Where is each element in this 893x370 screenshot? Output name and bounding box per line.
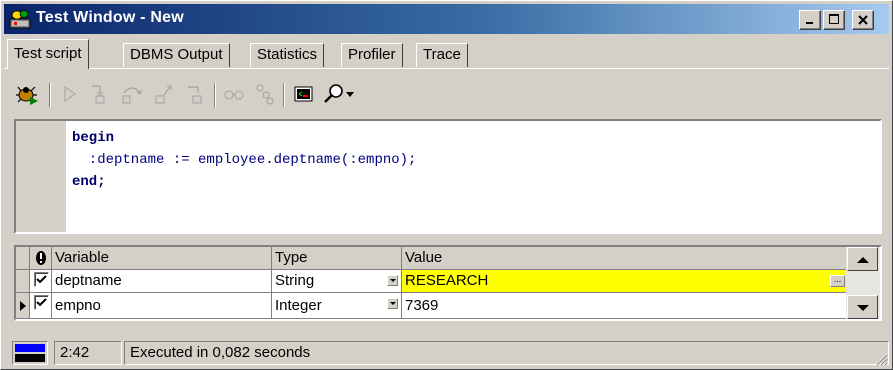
run-icon[interactable] (57, 81, 83, 107)
toolbar-separator (283, 83, 285, 107)
row-checkbox[interactable] (30, 270, 52, 293)
checkbox[interactable] (34, 272, 49, 287)
tab-statistics[interactable]: Statistics (250, 43, 325, 67)
value-cell[interactable]: RESEARCH ... (402, 270, 848, 293)
warning-column-header[interactable] (30, 247, 52, 270)
toggle-breakpoint-icon[interactable] (251, 81, 277, 107)
code-line-1: begin (72, 130, 115, 146)
run-to-exception-icon[interactable] (183, 81, 209, 107)
status-message: Executed in 0,082 seconds (124, 341, 889, 365)
type-cell[interactable]: Integer (272, 293, 402, 319)
scroll-up-button[interactable] (847, 247, 878, 271)
tab-trace[interactable]: Trace (416, 43, 468, 67)
row-indicator-header (16, 247, 30, 270)
editor-gutter (16, 121, 66, 232)
toolbar-separator (214, 83, 216, 107)
checkmark-icon (36, 298, 47, 307)
variable-cell[interactable]: empno (52, 293, 272, 319)
console-icon[interactable] (291, 81, 317, 107)
tab-strip: Test script DBMS Output Statistics Profi… (4, 39, 889, 69)
step-into-icon[interactable] (87, 81, 113, 107)
type-value: String (275, 272, 315, 289)
title-bar[interactable]: Test Window - New (4, 4, 889, 34)
close-button[interactable] (852, 10, 874, 30)
search-icon[interactable] (321, 81, 359, 107)
variables-grid: Variable Type Value deptname String RESE… (14, 245, 882, 321)
tab-test-script[interactable]: Test script (7, 39, 89, 69)
minimize-icon (806, 22, 813, 24)
step-over-icon[interactable] (119, 81, 145, 107)
toolbar-separator (49, 83, 51, 107)
code-editor[interactable]: begin :deptname := employee.deptname(:em… (14, 119, 882, 234)
tab-divider (4, 68, 889, 69)
maximize-icon (829, 14, 839, 24)
step-out-icon[interactable] (151, 81, 177, 107)
app-icon (9, 9, 31, 29)
value-text: RESEARCH (405, 272, 489, 289)
code-line-3: end; (72, 174, 106, 190)
close-icon (858, 15, 868, 25)
scroll-down-icon (857, 305, 869, 311)
watch-icon[interactable] (221, 81, 247, 107)
scroll-up-icon (857, 257, 869, 263)
maximize-button[interactable] (823, 10, 845, 30)
resize-grip-icon[interactable] (872, 350, 888, 366)
window-title: Test Window - New (36, 9, 184, 26)
minimize-button[interactable] (799, 10, 821, 30)
warning-icon (36, 251, 46, 265)
value-column-header[interactable]: Value (402, 247, 848, 270)
checkmark-icon (36, 275, 47, 284)
type-column-header[interactable]: Type (272, 247, 402, 270)
debug-start-icon[interactable] (15, 81, 41, 107)
tab-dbms-output[interactable]: DBMS Output (123, 43, 230, 67)
checkbox[interactable] (34, 295, 49, 310)
type-cell[interactable]: String (272, 270, 402, 293)
debug-state-indicator (12, 341, 48, 365)
ellipsis-label: ... (833, 274, 842, 284)
status-bar: 2:42 Executed in 0,082 seconds (4, 339, 889, 367)
ellipsis-button[interactable]: ... (830, 275, 845, 287)
code-text[interactable]: begin :deptname := employee.deptname(:em… (72, 127, 416, 193)
current-row-indicator[interactable] (16, 293, 30, 319)
test-window: Test Window - New Test script DBMS Outpu… (0, 0, 893, 370)
toolbar (11, 77, 871, 111)
type-dropdown-icon[interactable] (387, 298, 398, 309)
row-checkbox[interactable] (30, 293, 52, 319)
variable-column-header[interactable]: Variable (52, 247, 272, 270)
cursor-position: 2:42 (54, 341, 122, 365)
tab-profiler[interactable]: Profiler (341, 43, 403, 67)
scroll-down-button[interactable] (847, 295, 878, 319)
type-dropdown-icon[interactable] (387, 275, 398, 286)
value-cell[interactable]: 7369 (402, 293, 848, 319)
current-row-arrow-icon (20, 301, 26, 311)
variable-cell[interactable]: deptname (52, 270, 272, 293)
type-value: Integer (275, 297, 322, 314)
grid-scrollbar[interactable] (846, 247, 880, 319)
row-indicator[interactable] (16, 270, 30, 293)
code-line-2: :deptname := employee.deptname(:empno); (72, 152, 417, 168)
